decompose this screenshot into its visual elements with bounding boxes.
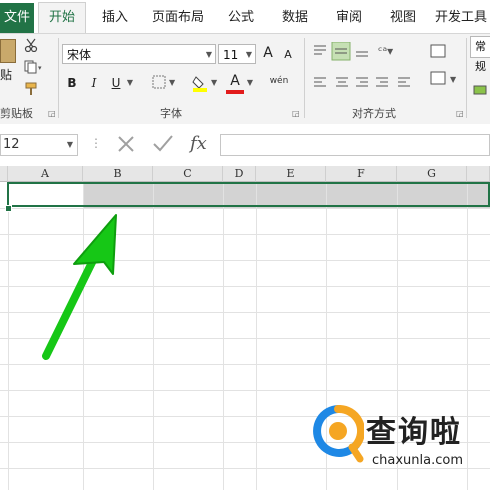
chevron-down-icon: ▼ <box>205 50 212 59</box>
currency-icon[interactable] <box>472 84 490 102</box>
font-color-button[interactable]: A <box>228 72 242 90</box>
font-name-select[interactable]: 宋体 ▼ <box>62 44 216 64</box>
underline-button[interactable]: U <box>110 74 122 92</box>
chevron-down-icon: ▼ <box>245 50 252 59</box>
formula-bar: 12 ▼ ⋮ fx <box>0 124 490 162</box>
ribbon-separator <box>304 38 305 118</box>
file-tab[interactable]: 文件 <box>0 3 34 33</box>
alignment-buttons: ᶜᵃ▾ <box>314 42 410 87</box>
italic-button[interactable]: I <box>88 74 100 92</box>
ribbon-separator <box>466 38 467 118</box>
watermark-url: chaxunla.com <box>372 453 463 468</box>
font-size-select[interactable]: 11 ▼ <box>218 44 256 64</box>
alignment-group-label: 对齐方式 <box>352 107 396 120</box>
watermark-text: 查询啦 <box>366 415 462 450</box>
fill-color-icon[interactable]: ▼ <box>192 74 220 92</box>
ribbon: 贴 ▾ 剪贴板 ◲ 宋体 ▼ 11 ▼ A A B I U ▼ ▼ ▼ A ▼ … <box>0 33 490 125</box>
tab-home[interactable]: 开始 <box>38 2 86 33</box>
svg-text:▼: ▼ <box>450 75 457 84</box>
font-launcher-icon[interactable]: ◲ <box>292 109 300 118</box>
border-icon[interactable]: ▼ <box>152 75 178 91</box>
number-format-select[interactable]: 常规 <box>470 36 490 73</box>
ribbon-separator <box>58 38 59 118</box>
bold-button[interactable]: B <box>66 74 78 92</box>
clipboard-group-label: 剪贴板 <box>0 107 33 120</box>
paste-button[interactable]: 贴 <box>0 66 13 84</box>
font-size-value: 11 <box>223 48 239 62</box>
drag-handle-icon[interactable]: ⋮ <box>90 136 102 150</box>
enter-check-icon[interactable] <box>152 132 174 152</box>
tab-insert[interactable]: 插入 <box>92 3 138 33</box>
font-color-bar <box>226 90 244 94</box>
tab-developer[interactable]: 开发工具 <box>432 3 490 33</box>
insert-function-button[interactable]: fx <box>190 133 207 154</box>
clipboard-launcher-icon[interactable]: ◲ <box>48 109 56 118</box>
cut-icon[interactable] <box>24 38 38 52</box>
formula-input[interactable] <box>220 134 490 156</box>
paste-icon[interactable] <box>0 39 16 63</box>
tab-review[interactable]: 审阅 <box>326 3 372 33</box>
tab-data[interactable]: 数据 <box>272 3 318 33</box>
chevron-down-icon[interactable]: ▼ <box>126 74 134 92</box>
font-name-value: 宋体 <box>67 48 92 62</box>
grow-font-button[interactable]: A <box>262 44 274 62</box>
font-group-label: 字体 <box>160 107 182 120</box>
svg-text:▾: ▾ <box>38 64 42 72</box>
svg-text:▼: ▼ <box>169 78 176 87</box>
name-box-value: 12 <box>3 137 20 152</box>
tab-view[interactable]: 视图 <box>380 3 426 33</box>
svg-text:ᶜᵃ▾: ᶜᵃ▾ <box>378 44 393 58</box>
cancel-icon[interactable] <box>116 132 136 152</box>
tab-formulas[interactable]: 公式 <box>218 3 264 33</box>
chevron-down-icon[interactable]: ▼ <box>67 135 73 155</box>
svg-text:▼: ▼ <box>211 78 218 87</box>
format-painter-icon[interactable] <box>24 82 40 96</box>
magnifier-logo-icon <box>313 405 364 463</box>
tab-page-layout[interactable]: 页面布局 <box>146 3 210 33</box>
shrink-font-button[interactable]: A <box>282 46 294 64</box>
copy-icon[interactable]: ▾ <box>24 60 42 74</box>
menu-bar: 文件 开始 插入 页面布局 公式 数据 审阅 视图 开发工具 <box>0 0 490 33</box>
watermark-logo: 查询啦 chaxunla.com <box>308 403 478 475</box>
align-middle-icon <box>331 42 351 61</box>
number-format-value: 常规 <box>475 40 486 73</box>
name-box[interactable]: 12 ▼ <box>0 134 78 156</box>
align-top-icon <box>314 45 326 55</box>
alignment-launcher-icon[interactable]: ◲ <box>456 109 464 118</box>
phonetic-button[interactable]: wén <box>268 72 290 90</box>
wrap-merge-icons[interactable]: ▼ <box>430 44 460 94</box>
chevron-down-icon[interactable]: ▼ <box>246 74 254 92</box>
